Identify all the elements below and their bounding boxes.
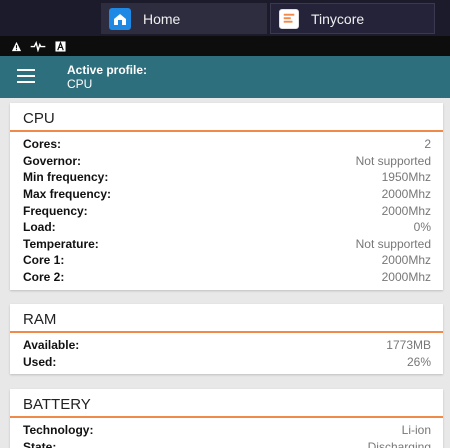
tab-tinycore[interactable]: Tinycore xyxy=(270,3,435,34)
row-key: Frequency: xyxy=(23,203,88,218)
cpu-row-max-frequency: Max frequency: 2000Mhz xyxy=(23,186,431,203)
active-profile-label: Active profile: xyxy=(67,63,148,77)
row-key: Used: xyxy=(23,354,57,369)
row-value: 0% xyxy=(413,220,431,235)
row-value: 1773MB xyxy=(386,338,431,353)
font-icon xyxy=(54,40,66,52)
hamburger-menu-icon[interactable] xyxy=(17,69,35,83)
row-key: Max frequency: xyxy=(23,187,112,202)
row-value: 2000Mhz xyxy=(381,253,431,268)
cpu-row-core-2: Core 2: 2000Mhz xyxy=(23,269,431,286)
app-header: Active profile: CPU xyxy=(0,56,450,98)
row-key: Temperature: xyxy=(23,236,99,251)
row-key: Core 1: xyxy=(23,253,65,268)
cpu-row-min-frequency: Min frequency: 1950Mhz xyxy=(23,169,431,186)
battery-row-technology: Technology: Li-ion xyxy=(23,422,431,439)
row-key: Load: xyxy=(23,220,56,235)
cpu-row-load: Load: 0% xyxy=(23,219,431,236)
row-key: Available: xyxy=(23,338,80,353)
row-value: 26% xyxy=(406,354,431,369)
row-key: Technology: xyxy=(23,423,94,438)
row-value: Not supported xyxy=(355,236,431,251)
tab-home-label: Home xyxy=(143,10,181,27)
ram-row-available: Available: 1773MB xyxy=(23,337,431,354)
cpu-row-governor: Governor: Not supported xyxy=(23,153,431,170)
status-bar xyxy=(0,36,450,56)
battery-row-state: State: Discharging xyxy=(23,439,431,448)
ram-row-used: Used: 26% xyxy=(23,354,431,371)
cpu-card-title: CPU xyxy=(10,103,443,132)
cpu-row-temperature: Temperature: Not supported xyxy=(23,236,431,253)
row-value: 2000Mhz xyxy=(381,203,431,218)
row-value: Discharging xyxy=(367,439,431,448)
row-value: 2 xyxy=(424,137,431,152)
row-value: Li-ion xyxy=(401,423,431,438)
tab-tinycore-label: Tinycore xyxy=(311,10,365,27)
row-value: Not supported xyxy=(355,153,431,168)
home-app-icon xyxy=(109,7,131,30)
row-key: Governor: xyxy=(23,153,82,168)
row-key: Cores: xyxy=(23,137,62,152)
row-value: 1950Mhz xyxy=(381,170,431,185)
battery-card: BATTERY Technology: Li-ion State: Discharg… xyxy=(10,389,443,448)
row-key: State: xyxy=(23,439,57,448)
cpu-row-cores: Cores: 2 xyxy=(23,136,431,153)
tab-home[interactable]: Home xyxy=(101,3,267,34)
ram-card-title: RAM xyxy=(10,304,443,333)
cpu-row-core-1: Core 1: 2000Mhz xyxy=(23,252,431,269)
pulse-icon xyxy=(30,40,46,52)
row-value: 2000Mhz xyxy=(381,187,431,202)
window-tab-bar: Home Tinycore xyxy=(0,0,450,36)
row-key: Min frequency: xyxy=(23,170,109,185)
ram-card: RAM Available: 1773MB Used: 26% xyxy=(10,304,443,374)
warning-icon xyxy=(10,40,22,52)
active-profile-value: CPU xyxy=(67,77,93,91)
row-value: 2000Mhz xyxy=(381,270,431,285)
cpu-row-frequency: Frequency: 2000Mhz xyxy=(23,202,431,219)
tinycore-app-icon xyxy=(279,8,299,29)
battery-card-title: BATTERY xyxy=(10,389,443,418)
row-key: Core 2: xyxy=(23,270,65,285)
cpu-card: CPU Cores: 2 Governor: Not supported Min f… xyxy=(10,103,443,290)
